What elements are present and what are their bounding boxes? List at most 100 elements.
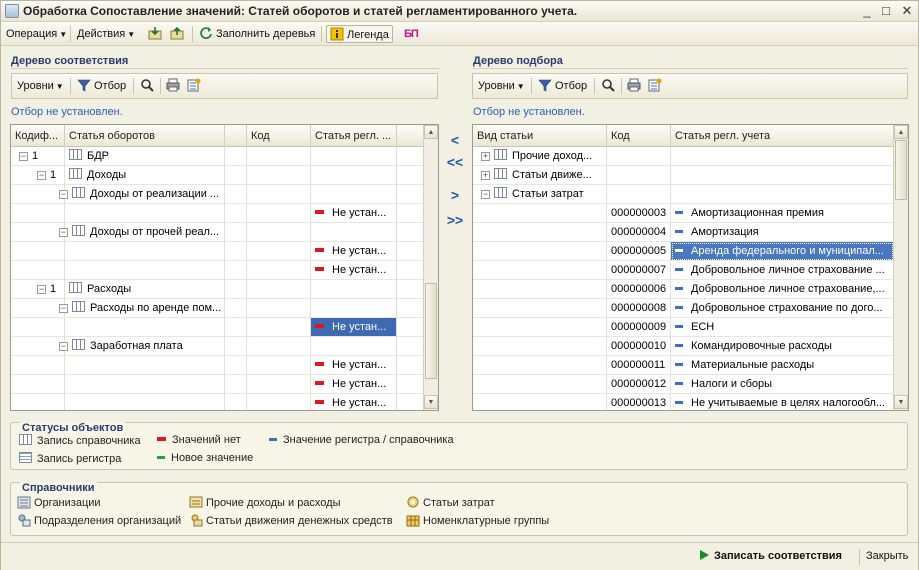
save-correspondence-button[interactable]: Записать соответствия <box>694 547 845 565</box>
column-header-regl-item[interactable]: Статья регл. учета <box>671 125 894 147</box>
blank-cell[interactable] <box>225 318 247 337</box>
regl-item-cell[interactable]: Не устан... <box>311 261 397 280</box>
table-row[interactable]: −1 БДР <box>11 147 424 166</box>
turnover-item-cell[interactable] <box>65 261 225 280</box>
turnover-item-cell[interactable]: БДР <box>65 147 225 166</box>
table-row[interactable]: − Доходы от реализации ... <box>11 185 424 204</box>
table-row[interactable]: 000000013 Не учитываемые в целях налогооб… <box>473 394 894 410</box>
item-kind-cell[interactable] <box>473 223 607 242</box>
correspondence-tree-grid[interactable]: Кодиф... Статья оборотов Код Статья регл… <box>10 124 439 411</box>
code-cell[interactable] <box>247 242 311 261</box>
extra-cell[interactable] <box>397 223 424 242</box>
code-cell[interactable] <box>247 299 311 318</box>
collapse-toggle-icon[interactable]: − <box>59 190 68 199</box>
turnover-item-cell[interactable]: − Доходы от прочей реал... <box>55 223 225 242</box>
right-filter-button[interactable]: Отбор <box>535 77 590 95</box>
item-kind-cell[interactable]: + Прочие доход... <box>473 147 607 166</box>
maximize-button[interactable]: □ <box>877 3 895 19</box>
item-kind-cell[interactable] <box>473 356 607 375</box>
table-row[interactable]: 000000009 ЕСН <box>473 318 894 337</box>
code-cell[interactable] <box>247 394 311 410</box>
left-levels-menu[interactable]: Уровни ▼ <box>14 77 67 95</box>
kodif-cell[interactable] <box>11 204 65 223</box>
table-row[interactable]: 000000005 Аренда федерального и муниципал… <box>473 242 894 261</box>
column-header-code[interactable]: Код <box>607 125 671 147</box>
table-row[interactable]: Не устан... <box>11 204 424 223</box>
code-cell[interactable]: 000000009 <box>607 318 671 337</box>
move-all-right-button[interactable]: >> <box>444 211 466 231</box>
collapse-toggle-icon[interactable]: − <box>59 228 68 237</box>
regl-item-cell[interactable] <box>311 147 397 166</box>
turnover-item-cell[interactable]: Расходы <box>65 280 225 299</box>
right-levels-menu[interactable]: Уровни ▼ <box>475 77 528 95</box>
column-header-regl-item[interactable]: Статья регл. ... <box>311 125 397 147</box>
code-cell[interactable]: 000000004 <box>607 223 671 242</box>
regl-item-cell[interactable]: Налоги и сборы <box>671 375 894 394</box>
right-scroll-thumb[interactable] <box>895 140 907 200</box>
item-kind-cell[interactable] <box>473 280 607 299</box>
table-row[interactable]: −1 Расходы <box>11 280 424 299</box>
item-kind-cell[interactable] <box>473 261 607 280</box>
code-cell[interactable]: 000000010 <box>607 337 671 356</box>
code-cell[interactable] <box>247 375 311 394</box>
blank-cell[interactable] <box>225 147 247 166</box>
kodif-cell[interactable]: −1 <box>11 166 65 185</box>
table-row[interactable]: −1 Доходы <box>11 166 424 185</box>
load-button[interactable] <box>145 25 168 43</box>
item-kind-cell[interactable] <box>473 204 607 223</box>
code-cell[interactable]: 000000011 <box>607 356 671 375</box>
regl-item-cell[interactable]: Амортизационная премия <box>671 204 894 223</box>
unload-button[interactable] <box>167 25 190 43</box>
code-cell[interactable] <box>607 147 671 166</box>
table-row[interactable]: − Доходы от прочей реал... <box>11 223 424 242</box>
regl-item-cell[interactable]: ЕСН <box>671 318 894 337</box>
regl-item-cell[interactable] <box>311 223 397 242</box>
regl-item-cell[interactable]: Не устан... <box>311 394 397 410</box>
column-header-code[interactable]: Код <box>247 125 311 147</box>
move-right-button[interactable]: > <box>444 186 466 206</box>
collapse-toggle-icon[interactable]: − <box>19 152 28 161</box>
item-kind-cell[interactable] <box>473 375 607 394</box>
table-row[interactable]: 000000010 Командировочные расходы <box>473 337 894 356</box>
code-cell[interactable] <box>247 223 311 242</box>
table-row[interactable]: 000000004 Амортизация <box>473 223 894 242</box>
scroll-down-icon[interactable]: ▼ <box>894 395 908 409</box>
blank-cell[interactable] <box>225 299 247 318</box>
table-row[interactable]: Не устан... <box>11 242 424 261</box>
regl-item-cell[interactable] <box>311 185 397 204</box>
extra-cell[interactable] <box>397 299 424 318</box>
left-settings-button[interactable] <box>184 77 207 95</box>
table-row[interactable]: − Статьи затрат <box>473 185 894 204</box>
collapse-toggle-icon[interactable]: − <box>59 304 68 313</box>
code-cell[interactable]: 000000012 <box>607 375 671 394</box>
regl-item-cell[interactable]: Командировочные расходы <box>671 337 894 356</box>
right-settings-button[interactable] <box>645 77 668 95</box>
left-filter-button[interactable]: Отбор <box>74 77 129 95</box>
extra-cell[interactable] <box>397 394 424 410</box>
left-search-button[interactable] <box>137 77 160 95</box>
code-cell[interactable] <box>247 166 311 185</box>
bp-button[interactable]: БП <box>401 25 421 43</box>
column-header-blank[interactable] <box>225 125 247 147</box>
turnover-item-cell[interactable]: Доходы <box>65 166 225 185</box>
blank-cell[interactable] <box>225 394 247 410</box>
blank-cell[interactable] <box>225 356 247 375</box>
extra-cell[interactable] <box>397 375 424 394</box>
item-kind-cell[interactable]: + Статьи движе... <box>473 166 607 185</box>
table-row[interactable]: Не устан... <box>11 394 424 410</box>
regl-item-cell[interactable] <box>311 299 397 318</box>
turnover-item-cell[interactable] <box>65 204 225 223</box>
code-cell[interactable]: 000000008 <box>607 299 671 318</box>
extra-cell[interactable] <box>397 337 424 356</box>
regl-item-cell[interactable] <box>671 147 894 166</box>
turnover-item-cell[interactable] <box>65 318 225 337</box>
table-row[interactable]: 000000008 Добровольное страхование по дог… <box>473 299 894 318</box>
item-kind-cell[interactable] <box>473 318 607 337</box>
kodif-cell[interactable] <box>11 375 65 394</box>
kodif-cell[interactable] <box>11 394 65 410</box>
left-print-button[interactable] <box>163 77 186 95</box>
item-kind-cell[interactable] <box>473 242 607 261</box>
code-cell[interactable] <box>247 280 311 299</box>
regl-item-cell[interactable]: Добровольное личное страхование,... <box>671 280 894 299</box>
turnover-item-cell[interactable]: − Доходы от реализации ... <box>55 185 225 204</box>
